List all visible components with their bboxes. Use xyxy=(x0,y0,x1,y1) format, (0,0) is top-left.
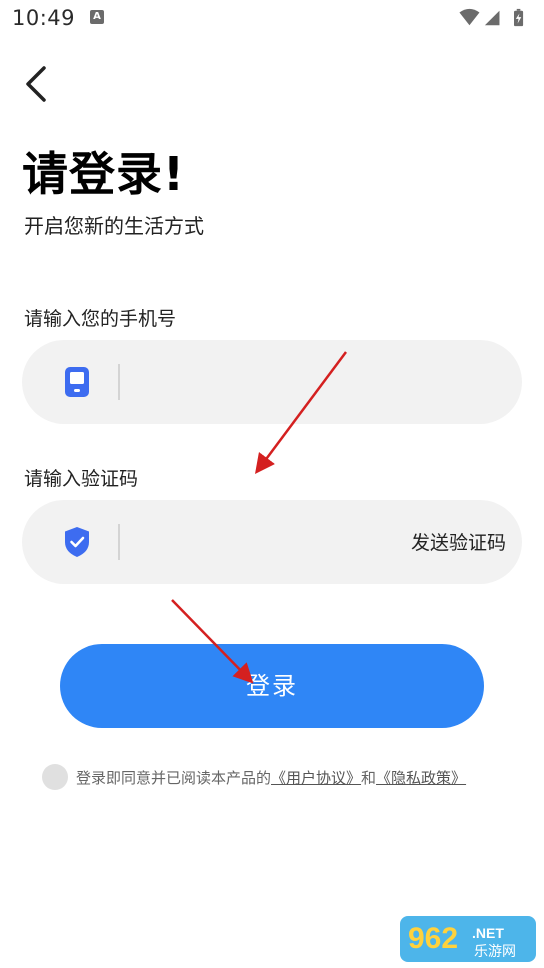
watermark-suffix: .NET xyxy=(472,925,504,941)
input-divider xyxy=(118,364,120,400)
user-agreement-link[interactable]: 《用户协议》 xyxy=(271,769,361,787)
status-icons xyxy=(459,8,524,27)
watermark-logo: 962 .NET 乐游网 xyxy=(400,912,540,964)
shield-check-icon xyxy=(60,524,94,560)
phone-input[interactable] xyxy=(132,360,386,406)
back-button[interactable] xyxy=(18,62,58,106)
agreement-checkbox[interactable] xyxy=(42,764,68,790)
battery-icon xyxy=(514,8,524,27)
signal-icon xyxy=(484,10,500,26)
send-code-button[interactable]: 发送验证码 xyxy=(411,528,506,555)
watermark-number: 962 xyxy=(408,922,458,955)
page-subtitle: 开启您新的生活方式 xyxy=(24,214,204,238)
agreement-conjunction: 和 xyxy=(361,769,377,787)
agreement-text: 登录即同意并已阅读本产品的《用户协议》和《隐私政策》 xyxy=(76,767,466,788)
watermark-sub: 乐游网 xyxy=(474,944,516,960)
wifi-icon xyxy=(459,8,480,26)
phone-icon xyxy=(60,364,94,400)
login-button[interactable]: 登录 xyxy=(60,644,484,728)
phone-field-label: 请输入您的手机号 xyxy=(24,308,177,330)
chevron-left-icon xyxy=(26,66,46,102)
phone-field[interactable] xyxy=(22,340,522,424)
agreement-prefix: 登录即同意并已阅读本产品的 xyxy=(76,769,272,787)
input-divider xyxy=(118,524,120,560)
code-input[interactable] xyxy=(132,520,386,566)
page-title: 请登录! xyxy=(22,147,185,201)
code-field-label: 请输入验证码 xyxy=(24,468,139,490)
notification-icon: A xyxy=(90,10,104,24)
code-field[interactable]: 发送验证码 xyxy=(22,500,522,584)
status-time: 10:49 xyxy=(12,6,76,30)
status-bar: 10:49 A xyxy=(0,0,544,38)
privacy-policy-link[interactable]: 《隐私政策》 xyxy=(376,769,466,787)
